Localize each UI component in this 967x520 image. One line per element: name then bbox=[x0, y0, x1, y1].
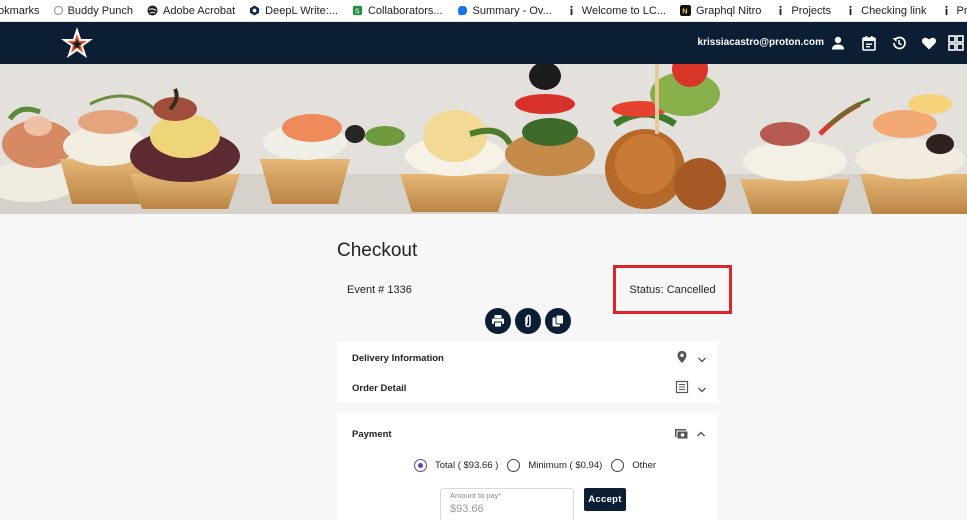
canapes-illustration bbox=[0, 64, 967, 214]
history-icon[interactable] bbox=[891, 35, 907, 51]
globe-icon bbox=[147, 5, 158, 16]
copy-icon bbox=[552, 314, 564, 327]
deepl-icon bbox=[250, 5, 260, 16]
bookmark-item-checking-link[interactable]: Checking link bbox=[845, 4, 927, 17]
bookmarks-bar: okmarks Buddy Punch Adobe Acrobat DeepL … bbox=[0, 0, 967, 22]
logo-icon[interactable] bbox=[60, 26, 94, 60]
bookmark-label: Collaborators... bbox=[367, 4, 443, 17]
radio-total-label: Total ( $93.66 ) bbox=[435, 460, 499, 471]
bookmark-item-buddy-punch[interactable]: Buddy Punch bbox=[53, 4, 133, 17]
details-panel: Delivery Information Order Detail bbox=[337, 342, 718, 402]
amount-label: Amount to pay* bbox=[450, 491, 502, 500]
amount-input[interactable] bbox=[450, 503, 565, 515]
status-text: Status: Cancelled bbox=[629, 283, 716, 296]
info-icon bbox=[570, 5, 573, 16]
paperclip-icon bbox=[525, 314, 531, 328]
order-detail-title: Order Detail bbox=[352, 383, 407, 394]
bookmark-item-collaborators[interactable]: S Collaborators... bbox=[352, 5, 443, 17]
chevron-down-icon[interactable] bbox=[697, 385, 707, 395]
bookmark-label: okmarks bbox=[0, 4, 40, 17]
person-icon[interactable] bbox=[830, 35, 846, 51]
radio-total[interactable] bbox=[414, 459, 427, 472]
print-icon bbox=[492, 315, 504, 328]
bookmark-item-graphql-nitro[interactable]: N Graphql Nitro bbox=[679, 4, 762, 17]
attachment-button[interactable] bbox=[515, 308, 541, 334]
circle-icon bbox=[53, 6, 63, 15]
hero-banner-image bbox=[0, 64, 967, 214]
checkout-content: Checkout Event # 1336 Status: Cancelled … bbox=[0, 214, 967, 520]
delivery-info-title: Delivery Information bbox=[352, 353, 444, 364]
calendar-icon[interactable] bbox=[861, 35, 877, 51]
bookmark-label: Welcome to LC... bbox=[581, 4, 666, 17]
bookmark-item-deepl-write[interactable]: DeepL Write:... bbox=[249, 5, 338, 17]
heart-icon[interactable] bbox=[921, 35, 937, 51]
svg-text:S: S bbox=[355, 7, 360, 16]
payment-title: Payment bbox=[352, 429, 392, 440]
bookmark-label: Projects bbox=[791, 4, 832, 17]
print-button[interactable] bbox=[485, 308, 511, 334]
radio-minimum-label: Minimum ( $0.94) bbox=[528, 460, 603, 471]
copy-button[interactable] bbox=[545, 308, 571, 334]
location-pin-icon bbox=[677, 351, 687, 363]
top-navbar: krissiacastro@proton.com bbox=[0, 22, 967, 64]
info-icon bbox=[849, 5, 852, 16]
bookmark-label: Summary - Ov... bbox=[472, 4, 552, 17]
bookmark-item-projects[interactable]: Projects bbox=[775, 5, 831, 17]
receipt-icon bbox=[675, 380, 689, 394]
bookmark-label: Graphql Nitro bbox=[695, 4, 762, 17]
bookmark-label: Project Manag... bbox=[956, 4, 967, 17]
amount-field[interactable]: Amount to pay* bbox=[440, 488, 574, 520]
bookmark-label: Adobe Acrobat bbox=[163, 4, 236, 17]
bookmark-item-bookmarks[interactable]: okmarks bbox=[0, 5, 40, 17]
chevron-up-icon[interactable] bbox=[696, 429, 706, 439]
svg-text:N: N bbox=[682, 7, 687, 16]
bookmark-item-summary[interactable]: Summary - Ov... bbox=[457, 5, 552, 17]
page-title: Checkout bbox=[337, 240, 418, 261]
event-number: Event # 1336 bbox=[347, 284, 412, 296]
payment-header[interactable]: Payment bbox=[337, 413, 718, 453]
chevron-down-icon[interactable] bbox=[697, 355, 707, 365]
bookmark-item-project-manag[interactable]: Project Manag... bbox=[941, 5, 967, 17]
bookmark-label: DeepL Write:... bbox=[265, 4, 338, 17]
delivery-info-row[interactable]: Delivery Information bbox=[337, 342, 718, 372]
accept-button[interactable]: Accept bbox=[584, 488, 626, 511]
info-icon bbox=[779, 5, 782, 16]
bookmark-label: Checking link bbox=[861, 4, 927, 17]
radio-other[interactable] bbox=[611, 459, 625, 472]
status-highlight-box: Status: Cancelled bbox=[613, 265, 732, 314]
summary-icon bbox=[457, 5, 467, 16]
info-icon bbox=[945, 5, 947, 16]
nitro-icon: N bbox=[679, 5, 691, 16]
collab-icon: S bbox=[352, 5, 363, 16]
bookmark-item-adobe-acrobat[interactable]: Adobe Acrobat bbox=[147, 5, 235, 17]
payment-options: Total ( $93.66 ) Minimum ( $0.94) Other bbox=[414, 459, 665, 472]
bookmark-item-welcome-lc[interactable]: Welcome to LC... bbox=[566, 5, 666, 17]
radio-other-label: Other bbox=[632, 460, 657, 471]
order-detail-row[interactable]: Order Detail bbox=[337, 372, 718, 402]
cash-icon bbox=[675, 429, 688, 440]
grid-menu-icon[interactable] bbox=[948, 35, 964, 51]
bookmark-label: Buddy Punch bbox=[67, 4, 133, 17]
user-email[interactable]: krissiacastro@proton.com bbox=[698, 37, 824, 48]
radio-minimum[interactable] bbox=[507, 459, 521, 472]
